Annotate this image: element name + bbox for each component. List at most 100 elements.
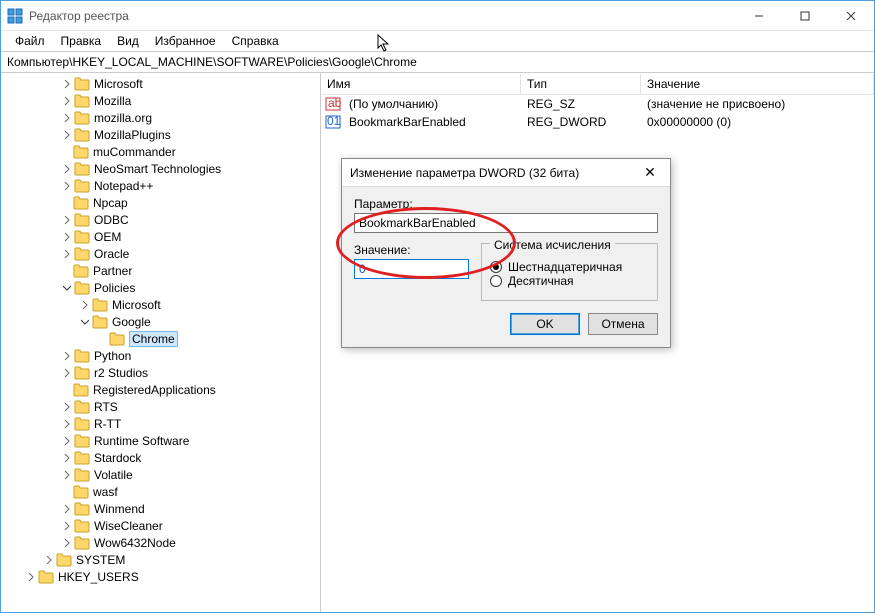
radio-hex-indicator xyxy=(490,261,502,273)
chevron-right-icon[interactable] xyxy=(61,537,73,549)
tree-item[interactable]: HKEY_USERS xyxy=(1,568,320,585)
tree-item[interactable]: Winmend xyxy=(1,500,320,517)
tree-item[interactable]: Notepad++ xyxy=(1,177,320,194)
tree-item[interactable]: WiseCleaner xyxy=(1,517,320,534)
column-type[interactable]: Тип xyxy=(521,74,641,94)
edit-dword-dialog: Изменение параметра DWORD (32 бита) ✕ Па… xyxy=(341,158,671,348)
tree-item[interactable]: Microsoft xyxy=(1,296,320,313)
tree-item[interactable]: Oracle xyxy=(1,245,320,262)
tree-item[interactable]: Stardock xyxy=(1,449,320,466)
tree-label: OEM xyxy=(94,230,121,244)
tree-item[interactable]: Runtime Software xyxy=(1,432,320,449)
chevron-right-icon[interactable] xyxy=(61,129,73,141)
tree-label: MozillaPlugins xyxy=(94,128,171,142)
tree-label: Partner xyxy=(93,264,132,278)
chevron-right-icon[interactable] xyxy=(61,78,73,90)
tree-item[interactable]: r2 Studios xyxy=(1,364,320,381)
window-title: Редактор реестра xyxy=(29,9,736,23)
chevron-down-icon[interactable] xyxy=(79,316,91,328)
address-bar[interactable]: Компьютер\HKEY_LOCAL_MACHINE\SOFTWARE\Po… xyxy=(1,51,874,73)
radio-hex-label: Шестнадцатеричная xyxy=(508,260,622,274)
tree-item[interactable]: OEM xyxy=(1,228,320,245)
chevron-right-icon[interactable] xyxy=(61,350,73,362)
chevron-right-icon[interactable] xyxy=(61,452,73,464)
tree-item[interactable]: mozilla.org xyxy=(1,109,320,126)
minimize-button[interactable] xyxy=(736,1,782,31)
cancel-button[interactable]: Отмена xyxy=(588,313,658,335)
dialog-titlebar[interactable]: Изменение параметра DWORD (32 бита) ✕ xyxy=(342,159,670,187)
tree-label: muCommander xyxy=(93,145,176,159)
chevron-right-icon[interactable] xyxy=(61,469,73,481)
tree-item[interactable]: RegisteredApplications xyxy=(1,381,320,398)
radio-dec[interactable]: Десятичная xyxy=(490,274,649,288)
address-text: Компьютер\HKEY_LOCAL_MACHINE\SOFTWARE\Po… xyxy=(7,55,417,69)
value-type: REG_DWORD xyxy=(521,114,641,130)
tree-label: Policies xyxy=(94,281,135,295)
tree-item[interactable]: Chrome xyxy=(1,330,320,347)
tree-item[interactable]: muCommander xyxy=(1,143,320,160)
value-row[interactable]: ab(По умолчанию)REG_SZ(значение не присв… xyxy=(321,95,874,113)
value-data-field[interactable] xyxy=(354,259,469,279)
dialog-close-icon[interactable]: ✕ xyxy=(638,164,662,181)
chevron-right-icon[interactable] xyxy=(61,248,73,260)
tree-item[interactable]: SYSTEM xyxy=(1,551,320,568)
tree-item[interactable]: Policies xyxy=(1,279,320,296)
tree-item[interactable]: Volatile xyxy=(1,466,320,483)
tree-item[interactable]: RTS xyxy=(1,398,320,415)
menu-item[interactable]: Вид xyxy=(109,32,147,50)
tree-item[interactable]: NeoSmart Technologies xyxy=(1,160,320,177)
value-row[interactable]: 011BookmarkBarEnabledREG_DWORD0x00000000… xyxy=(321,113,874,131)
chevron-right-icon[interactable] xyxy=(61,112,73,124)
tree-item[interactable]: MozillaPlugins xyxy=(1,126,320,143)
tree-item[interactable]: Mozilla xyxy=(1,92,320,109)
tree-item[interactable]: Google xyxy=(1,313,320,330)
menu-item[interactable]: Избранное xyxy=(147,32,224,50)
tree-label: NeoSmart Technologies xyxy=(94,162,221,176)
chevron-right-icon[interactable] xyxy=(61,231,73,243)
chevron-right-icon[interactable] xyxy=(25,571,37,583)
chevron-right-icon[interactable] xyxy=(61,418,73,430)
menu-item[interactable]: Справка xyxy=(224,32,287,50)
radio-hex[interactable]: Шестнадцатеричная xyxy=(490,260,649,274)
tree-item[interactable]: Microsoft xyxy=(1,75,320,92)
column-name[interactable]: Имя xyxy=(321,74,521,94)
tree-label: Microsoft xyxy=(94,77,143,91)
titlebar: Редактор реестра xyxy=(1,1,874,31)
chevron-right-icon[interactable] xyxy=(61,214,73,226)
chevron-right-icon[interactable] xyxy=(61,163,73,175)
close-button[interactable] xyxy=(828,1,874,31)
tree-label: r2 Studios xyxy=(94,366,148,380)
chevron-right-icon[interactable] xyxy=(79,299,91,311)
tree-item[interactable]: R-TT xyxy=(1,415,320,432)
svg-text:011: 011 xyxy=(327,114,341,128)
chevron-right-icon[interactable] xyxy=(61,520,73,532)
tree-label: Google xyxy=(112,315,151,329)
chevron-right-icon[interactable] xyxy=(61,367,73,379)
tree-item[interactable]: Wow6432Node xyxy=(1,534,320,551)
tree-item[interactable]: Npcap xyxy=(1,194,320,211)
chevron-right-icon[interactable] xyxy=(43,554,55,566)
reg-sz-icon: ab xyxy=(325,96,341,112)
value-name: (По умолчанию) xyxy=(343,96,521,112)
chevron-down-icon[interactable] xyxy=(61,282,73,294)
radio-dec-indicator xyxy=(490,275,502,287)
column-data[interactable]: Значение xyxy=(641,74,874,94)
menu-item[interactable]: Файл xyxy=(7,32,53,50)
menu-item[interactable]: Правка xyxy=(53,32,110,50)
ok-button[interactable]: OK xyxy=(510,313,580,335)
chevron-right-icon[interactable] xyxy=(61,95,73,107)
tree-label: ODBC xyxy=(94,213,129,227)
param-label: Параметр: xyxy=(354,197,658,211)
maximize-button[interactable] xyxy=(782,1,828,31)
chevron-right-icon[interactable] xyxy=(61,503,73,515)
chevron-right-icon[interactable] xyxy=(61,180,73,192)
tree-item[interactable]: Partner xyxy=(1,262,320,279)
tree-item[interactable]: ODBC xyxy=(1,211,320,228)
chevron-right-icon[interactable] xyxy=(61,401,73,413)
tree-pane[interactable]: MicrosoftMozillamozilla.orgMozillaPlugin… xyxy=(1,73,321,612)
chevron-right-icon[interactable] xyxy=(61,435,73,447)
tree-item[interactable]: Python xyxy=(1,347,320,364)
tree-item[interactable]: wasf xyxy=(1,483,320,500)
tree-label: Runtime Software xyxy=(94,434,189,448)
values-pane[interactable]: Имя Тип Значение ab(По умолчанию)REG_SZ(… xyxy=(321,73,874,612)
